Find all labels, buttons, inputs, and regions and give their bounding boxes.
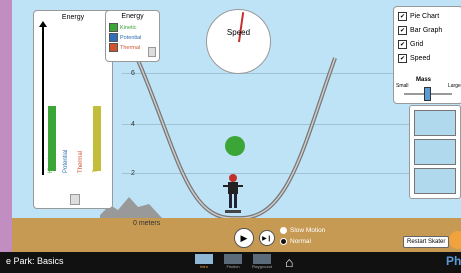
- trash-icon[interactable]: [70, 194, 80, 205]
- bar-graph-checkbox[interactable]: ✔ Bar Graph: [398, 26, 442, 35]
- options-panel: ✔ Pie Chart ✔ Bar Graph ✔ Grid ✔ Speed Mass …: [393, 6, 461, 104]
- distance-label: 0 meters: [133, 220, 161, 227]
- playground-icon: [253, 254, 271, 264]
- bar-graph-title: Energy: [61, 14, 85, 21]
- nav-screen-playground[interactable]: Playground: [251, 254, 273, 272]
- restart-skater-button[interactable]: Restart Skater: [403, 236, 450, 248]
- track-option-double-well[interactable]: [414, 168, 456, 194]
- legend-kinetic: Kinetic: [109, 23, 137, 32]
- trash-icon[interactable]: [148, 47, 156, 57]
- skater[interactable]: [222, 172, 244, 216]
- track-option-slope[interactable]: [414, 139, 456, 165]
- checkbox-icon: ✔: [398, 26, 407, 35]
- checkbox-icon: ✔: [398, 40, 407, 49]
- bar-label-potential: Potential: [63, 149, 69, 173]
- normal-radio[interactable]: Normal: [280, 238, 311, 245]
- legend-thermal: Thermal: [109, 43, 140, 52]
- mass-small-label: Small: [396, 83, 409, 89]
- energy-axis-arrow: [39, 21, 47, 175]
- bar-label-thermal: Thermal: [78, 150, 84, 173]
- speed-checkbox[interactable]: ✔ Speed: [398, 54, 430, 63]
- energy-pie-legend: Energy Kinetic Potential Thermal: [105, 10, 160, 62]
- navigation-bar: e Park: Basics Intro Friction Playground…: [0, 252, 461, 273]
- playback-controls: ▶ ▶❙: [234, 228, 275, 248]
- mass-large-label: Large: [448, 83, 461, 89]
- mass-slider-thumb[interactable]: [424, 87, 431, 101]
- intro-icon: [195, 254, 213, 264]
- sim-title: e Park: Basics: [6, 256, 64, 266]
- track-option-parabola[interactable]: [414, 110, 456, 136]
- bar-label-kinetic: Kinetic: [48, 154, 54, 173]
- track-selector: [409, 105, 461, 199]
- pie-chart-checkbox[interactable]: ✔ Pie Chart: [398, 12, 439, 21]
- home-icon[interactable]: ⌂: [285, 254, 293, 270]
- legend-potential: Potential: [109, 33, 141, 42]
- speedometer: Speed: [206, 9, 271, 74]
- pie-legend-title: Energy: [121, 13, 144, 20]
- nav-screen-friction[interactable]: Friction: [222, 254, 244, 272]
- grid-checkbox[interactable]: ✔ Grid: [398, 40, 423, 49]
- radio-icon: [280, 238, 287, 245]
- checkbox-icon: ✔: [398, 54, 407, 63]
- mass-label: Mass: [416, 77, 432, 83]
- reference-height-ball[interactable]: [225, 136, 245, 156]
- friction-icon: [224, 254, 242, 264]
- sim-area: 6 4 2 0 meters Energy Kinetic Potential …: [12, 0, 461, 252]
- energy-bar-graph: Energy Kinetic Potential Thermal Total: [33, 10, 113, 209]
- step-button[interactable]: ▶❙: [259, 230, 275, 246]
- speedometer-label: Speed: [226, 28, 251, 37]
- checkbox-icon: ✔: [398, 12, 407, 21]
- reset-all-button[interactable]: [449, 231, 461, 249]
- nav-screen-intro[interactable]: Intro: [193, 254, 215, 272]
- radio-icon: [280, 227, 287, 234]
- slow-motion-radio[interactable]: Slow Motion: [280, 227, 325, 234]
- play-button[interactable]: ▶: [234, 228, 254, 248]
- phet-logo[interactable]: Ph: [446, 254, 461, 268]
- bar-label-total: Total: [93, 160, 99, 173]
